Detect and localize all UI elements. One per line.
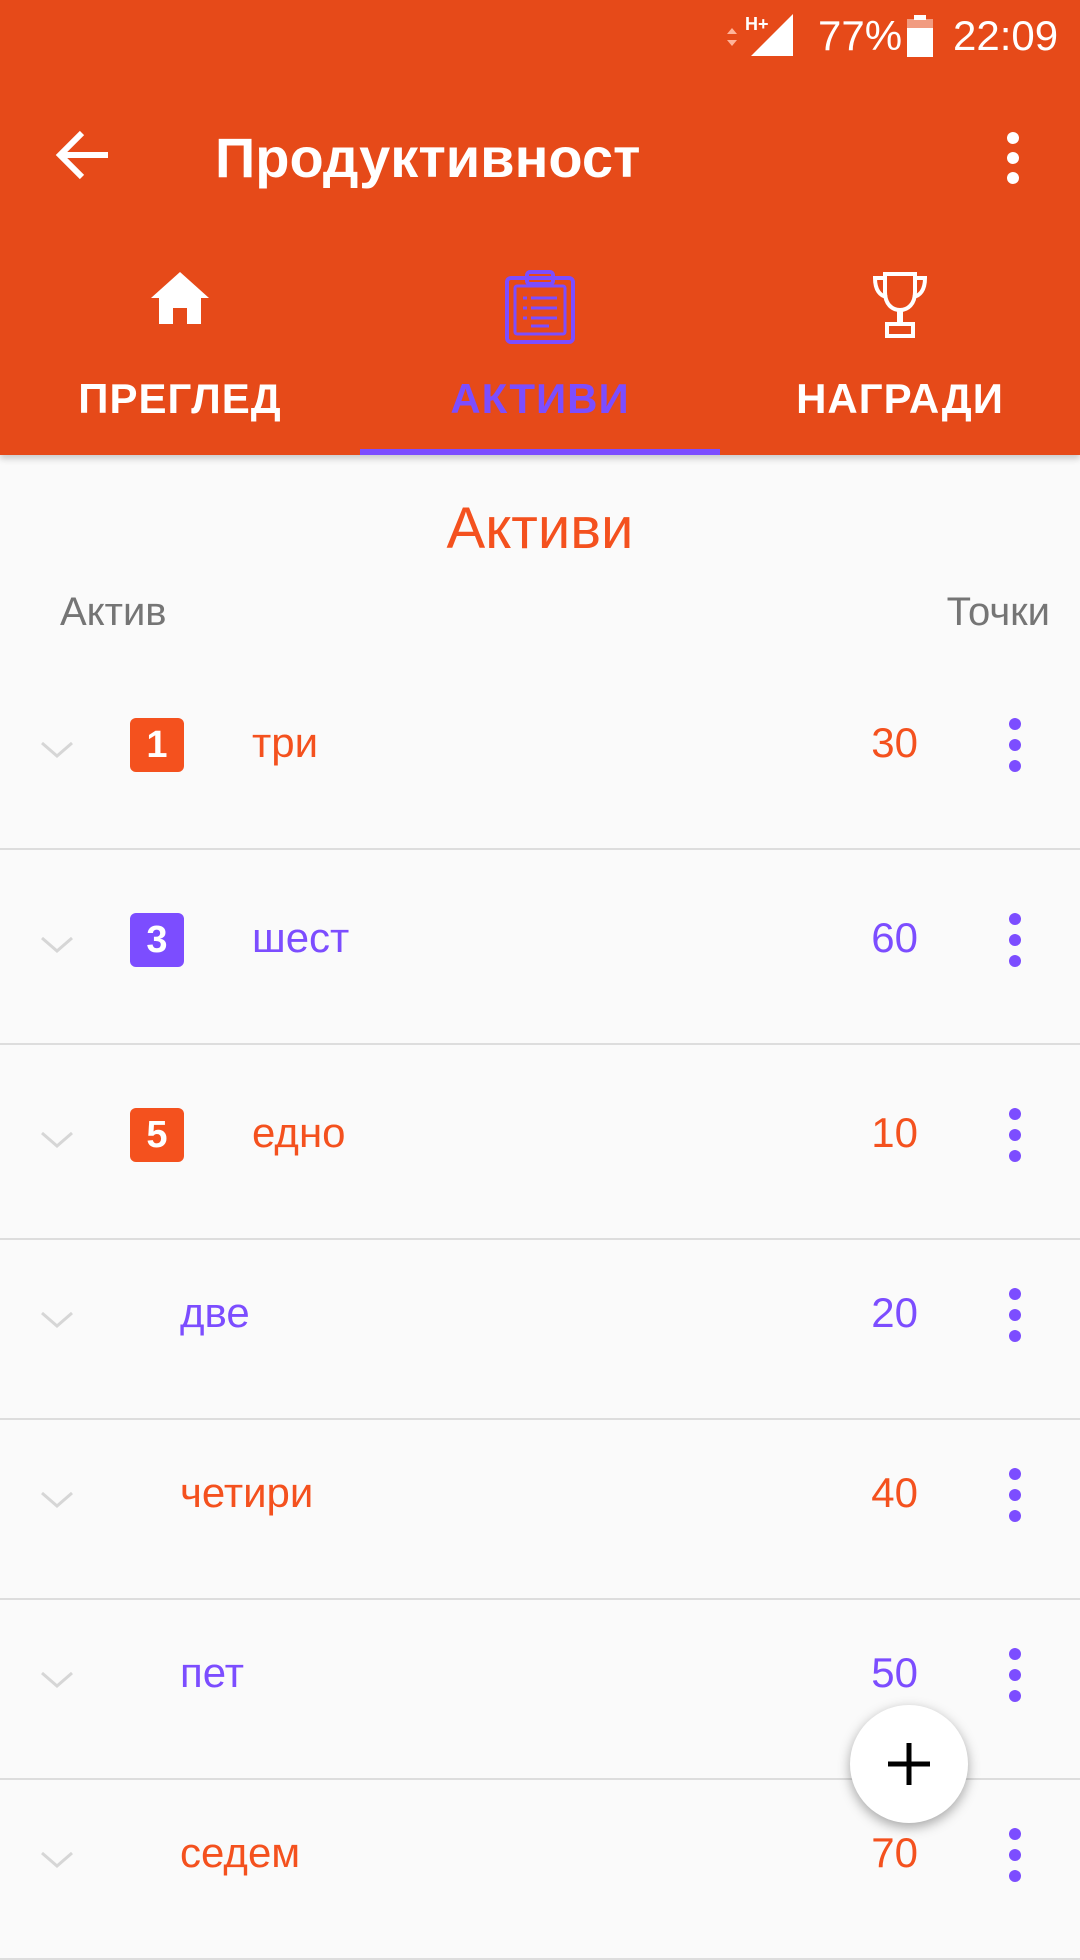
more-vert-icon[interactable] (995, 128, 1031, 188)
tab-indicator (360, 449, 720, 455)
home-icon (151, 272, 209, 324)
more-vert-icon[interactable] (1003, 1647, 1027, 1703)
priority-badge: 1 (130, 718, 184, 772)
battery-icon (907, 15, 933, 57)
clipboard-list-icon (505, 270, 575, 344)
page-title: Продуктивност (215, 126, 641, 189)
asset-points: 70 (871, 1829, 918, 1876)
chevron-down-icon[interactable] (38, 932, 76, 956)
asset-row[interactable]: четири 40 (0, 1420, 1080, 1600)
battery-percent: 77% (818, 12, 903, 59)
add-asset-button[interactable] (850, 1705, 968, 1823)
svg-text:H+: H+ (745, 14, 769, 34)
chevron-down-icon[interactable] (38, 737, 76, 761)
more-vert-icon[interactable] (1003, 1107, 1027, 1163)
tab-assets[interactable]: АКТИВИ (360, 260, 720, 455)
asset-row[interactable]: 1 три 30 (0, 655, 1080, 850)
more-vert-icon[interactable] (1003, 1467, 1027, 1523)
section-title: Активи (446, 496, 634, 561)
chevron-down-icon[interactable] (38, 1487, 76, 1511)
app-header: H+ 77% 22:09 Продуктивност ПРЕГЛЕД АКТИВ… (0, 0, 1080, 455)
asset-points: 40 (871, 1469, 918, 1516)
more-vert-icon[interactable] (1003, 1287, 1027, 1343)
priority-badge: 3 (130, 913, 184, 967)
tab-overview[interactable]: ПРЕГЛЕД (0, 260, 360, 455)
asset-points: 20 (871, 1289, 918, 1336)
clock: 22:09 (953, 12, 1059, 59)
asset-name: четири (180, 1469, 314, 1516)
more-vert-icon[interactable] (1003, 717, 1027, 773)
asset-points: 60 (871, 914, 918, 961)
status-bar: H+ 77% 22:09 (0, 0, 1080, 75)
asset-row[interactable]: две 20 (0, 1240, 1080, 1420)
priority-badge: 5 (130, 1108, 184, 1162)
asset-name: шест (252, 914, 350, 961)
tab-assets-label: АКТИВИ (450, 375, 630, 422)
more-vert-icon[interactable] (1003, 912, 1027, 968)
asset-name: три (252, 719, 319, 766)
tab-overview-label: ПРЕГЛЕД (78, 375, 282, 422)
tab-rewards[interactable]: НАГРАДИ (720, 260, 1080, 455)
plus-icon (888, 1743, 930, 1785)
asset-points: 10 (871, 1109, 918, 1156)
chevron-down-icon[interactable] (38, 1127, 76, 1151)
asset-name: пет (180, 1649, 244, 1696)
chevron-down-icon[interactable] (38, 1847, 76, 1871)
asset-name: седем (180, 1829, 301, 1876)
chevron-down-icon[interactable] (38, 1667, 76, 1691)
more-vert-icon[interactable] (1003, 1827, 1027, 1883)
arrow-back-icon[interactable] (50, 125, 120, 185)
trophy-icon (872, 272, 928, 338)
asset-row[interactable]: 5 едно 10 (0, 1045, 1080, 1240)
tab-rewards-label: НАГРАДИ (796, 375, 1004, 422)
asset-row[interactable]: 3 шест 60 (0, 850, 1080, 1045)
chevron-down-icon[interactable] (38, 1307, 76, 1331)
column-header-points: Точки (946, 590, 1050, 634)
asset-points: 50 (871, 1649, 918, 1696)
asset-points: 30 (871, 719, 918, 766)
asset-name: едно (252, 1109, 346, 1156)
column-header-asset: Актив (60, 590, 167, 634)
network-signal-icon: H+ (727, 14, 793, 56)
asset-name: две (180, 1289, 250, 1336)
